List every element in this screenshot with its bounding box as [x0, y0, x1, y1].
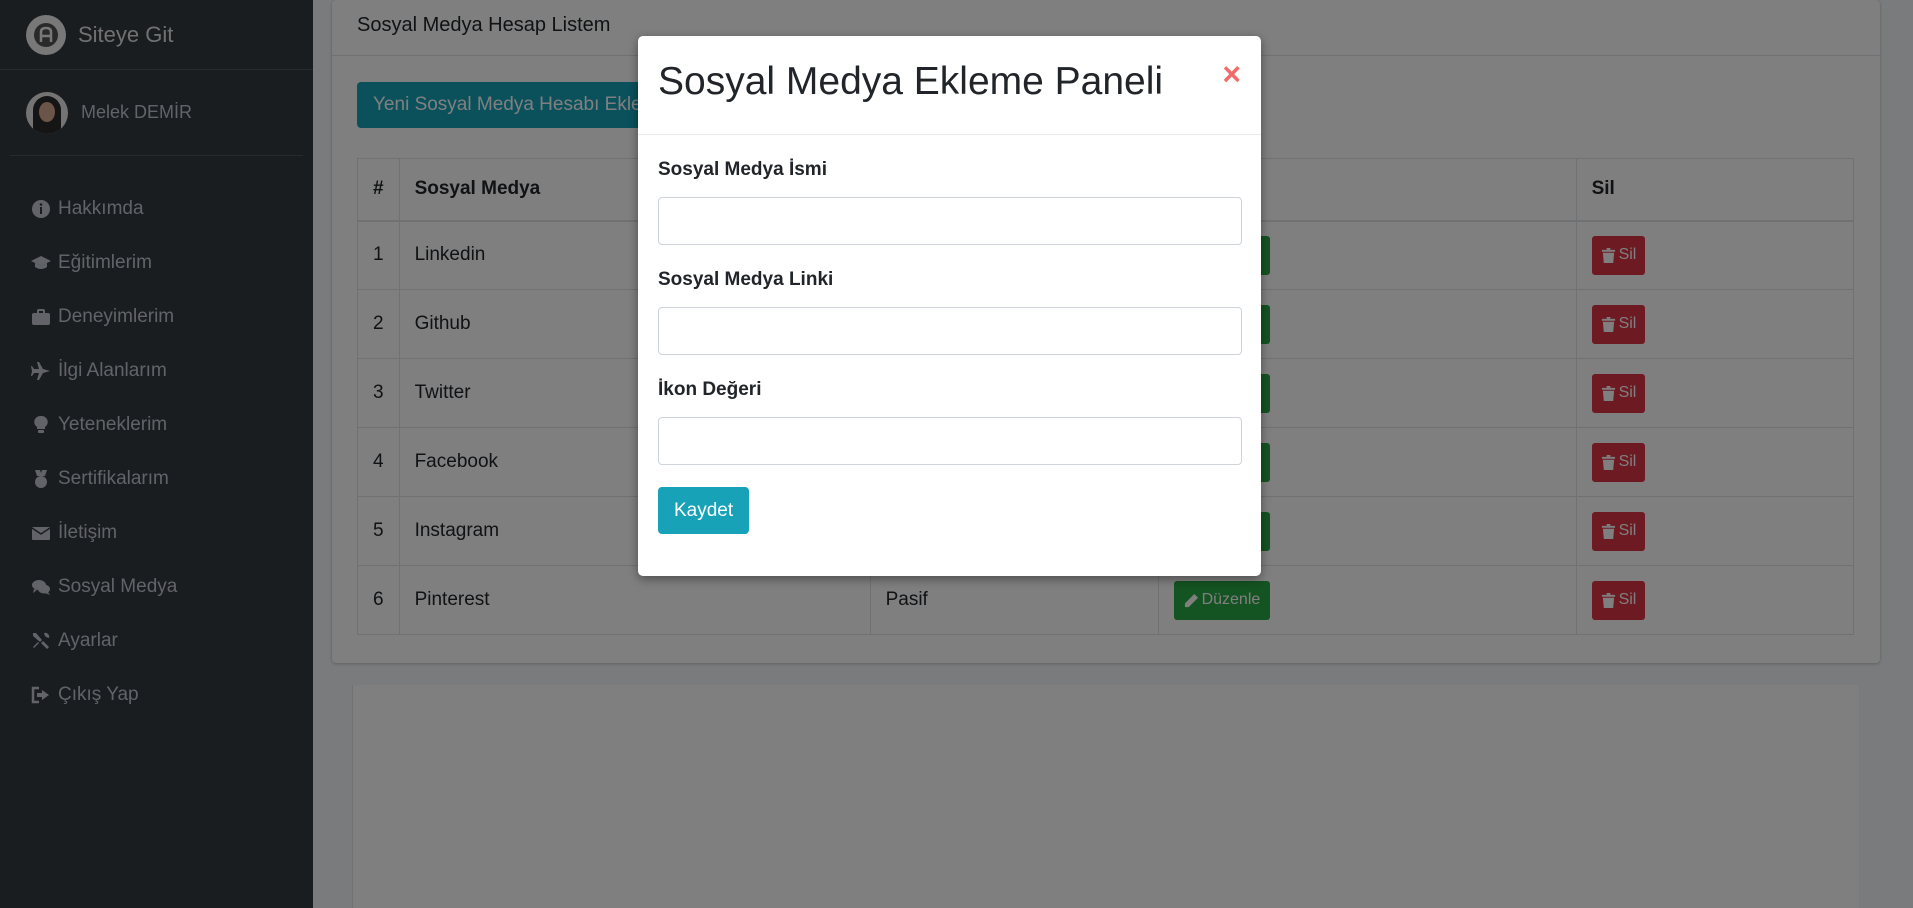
add-social-media-modal: Sosyal Medya Ekleme Paneli × Sosyal Medy…	[638, 36, 1261, 576]
modal-header: Sosyal Medya Ekleme Paneli ×	[638, 36, 1261, 135]
social-media-link-input[interactable]	[658, 307, 1242, 355]
social-media-name-input[interactable]	[658, 197, 1242, 245]
social-media-name-label: Sosyal Medya İsmi	[658, 159, 827, 180]
modal-body: Sosyal Medya İsmi Sosyal Medya Linki İko…	[638, 135, 1261, 558]
save-button[interactable]: Kaydet	[658, 487, 750, 534]
close-icon[interactable]: ×	[1222, 58, 1241, 90]
icon-value-label: İkon Değeri	[658, 379, 762, 400]
icon-value-input[interactable]	[658, 417, 1242, 465]
social-media-link-label: Sosyal Medya Linki	[658, 269, 834, 290]
form-group-name: Sosyal Medya İsmi	[658, 159, 1242, 245]
form-group-icon: İkon Değeri	[658, 379, 1242, 465]
form-group-link: Sosyal Medya Linki	[658, 269, 1242, 355]
modal-title: Sosyal Medya Ekleme Paneli	[658, 60, 1164, 103]
